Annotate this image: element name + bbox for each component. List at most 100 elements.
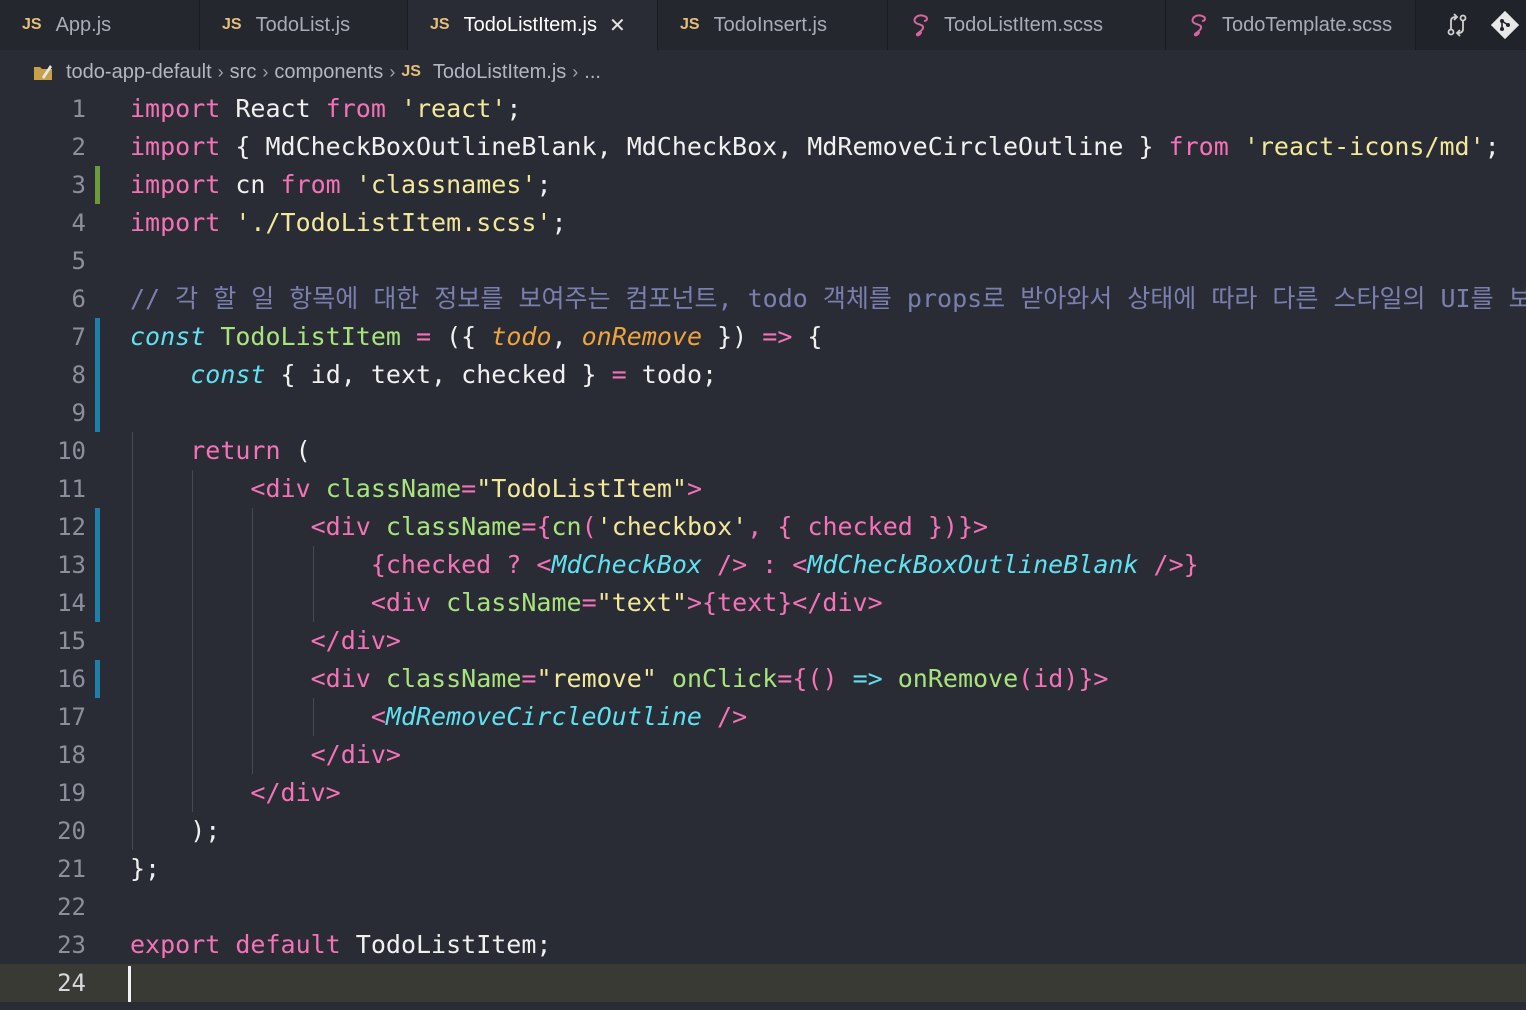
code-line[interactable]: 14 <div className="text">{text}</div> <box>0 584 1526 622</box>
code-line[interactable]: 6 // 각 할 일 항목에 대한 정보를 보여주는 컴포넌트, todo 객체를… <box>0 280 1526 318</box>
indent-guide <box>192 736 194 774</box>
sass-icon <box>913 14 928 37</box>
line-number: 4 <box>71 209 86 237</box>
code-line[interactable]: 24 <box>0 964 1526 1002</box>
code-line[interactable]: 3 import cn from 'classnames'; <box>0 166 1526 204</box>
code-line[interactable]: 17 <MdRemoveCircleOutline /> <box>0 698 1526 736</box>
code-token: > <box>973 512 989 541</box>
code-token: , <box>551 322 582 351</box>
line-number: 15 <box>57 627 86 655</box>
breadcrumb-item-project[interactable]: todo-app-default <box>66 61 212 84</box>
breadcrumb-item-more[interactable]: ... <box>584 61 601 84</box>
git-icon[interactable] <box>1490 10 1520 40</box>
code-content: </div> <box>100 774 341 812</box>
code-token: <div <box>250 474 311 503</box>
code-content: <div className="remove" onClick={() => o… <box>100 660 1108 698</box>
code-token: default <box>235 930 341 959</box>
line-number: 1 <box>71 95 86 123</box>
code-token: from <box>280 170 341 199</box>
line-number: 13 <box>0 546 100 584</box>
indent-guide <box>252 622 254 660</box>
breadcrumb-item-file[interactable]: TodoListItem.js <box>433 61 566 84</box>
code-line[interactable]: 5 <box>0 242 1526 280</box>
code-line[interactable]: 20 ); <box>0 812 1526 850</box>
tab-app-js[interactable]: JS App.js <box>0 0 200 50</box>
code-content: import { MdCheckBoxOutlineBlank, MdCheck… <box>100 128 1500 166</box>
indent-guide <box>252 584 254 622</box>
code-token: />} <box>1153 550 1199 579</box>
indent-guide <box>132 698 133 736</box>
code-token: from <box>325 94 386 123</box>
tab-todolistitem-scss[interactable]: TodoListItem.scss <box>888 0 1166 50</box>
tab-todolist-js[interactable]: JS TodoList.js <box>200 0 408 50</box>
code-content <box>100 888 130 926</box>
code-token: return <box>190 436 281 465</box>
code-token: "TodoListItem" <box>476 474 687 503</box>
code-line[interactable]: 8 const { id, text, checked } = todo; <box>0 356 1526 394</box>
code-token: }) <box>702 322 763 351</box>
compare-changes-icon[interactable] <box>1442 10 1472 40</box>
indent-guide <box>192 698 194 736</box>
indent-guide <box>192 660 194 698</box>
indent-guide <box>132 470 133 508</box>
code-line[interactable]: 19 </div> <box>0 774 1526 812</box>
code-line[interactable]: 12 <div className={cn('checkbox', { chec… <box>0 508 1526 546</box>
code-token: import <box>130 132 221 161</box>
code-line[interactable]: 23 export default TodoListItem; <box>0 926 1526 964</box>
code-token: MdRemoveCircleOutline <box>385 702 702 731</box>
code-token: './TodoListItem.scss' <box>235 208 552 237</box>
code-token: , <box>747 512 763 541</box>
code-token: export <box>130 930 221 959</box>
code-line[interactable]: 2 import { MdCheckBoxOutlineBlank, MdChec… <box>0 128 1526 166</box>
code-token: /> <box>717 702 748 731</box>
indent-guide <box>132 660 133 698</box>
code-token: /> : < <box>717 550 808 579</box>
code-token: MdCheckBox <box>551 550 702 579</box>
code-token: todo; <box>626 360 718 389</box>
code-token: ( <box>581 512 597 541</box>
breadcrumb-item-src[interactable]: src <box>230 61 257 84</box>
indent-guide <box>132 774 133 812</box>
line-number: 14 <box>0 584 100 622</box>
breadcrumb-item-components[interactable]: components <box>274 61 383 84</box>
tab-todotemplate-scss[interactable]: TodoTemplate.scss <box>1166 0 1416 50</box>
code-line[interactable]: 10 return ( <box>0 432 1526 470</box>
line-number: 7 <box>0 318 100 356</box>
code-token: // 각 할 일 항목에 대한 정보를 보여주는 컴포넌트, todo 객체를 … <box>130 284 1526 313</box>
code-line[interactable]: 18 </div> <box>0 736 1526 774</box>
code-line[interactable]: 1 import React from 'react'; <box>0 90 1526 128</box>
code-line[interactable]: 16 <div className="remove" onClick={() =… <box>0 660 1526 698</box>
code-token: onRemove <box>897 664 1019 693</box>
editor-actions <box>1416 0 1526 50</box>
sass-icon <box>1191 14 1206 37</box>
code-editor[interactable]: 1 import React from 'react'; 2 import { MdC… <box>0 90 1526 1010</box>
tab-todoinsert-js[interactable]: JS TodoInsert.js <box>658 0 888 50</box>
line-number: 23 <box>57 931 86 959</box>
code-line[interactable]: 22 <box>0 888 1526 926</box>
close-icon[interactable]: ✕ <box>609 13 626 38</box>
code-token: const <box>190 360 266 389</box>
code-content: {checked ? <MdCheckBox /> : <MdCheckBoxO… <box>100 546 1199 584</box>
indent-guide <box>192 546 194 584</box>
code-line[interactable]: 15 </div> <box>0 622 1526 660</box>
code-token: onRemove <box>581 322 703 351</box>
code-content <box>100 242 130 280</box>
tab-todolistitem-js[interactable]: JS TodoListItem.js ✕ <box>408 0 658 50</box>
code-line[interactable]: 9 <box>0 394 1526 432</box>
code-token: { id, text, checked } <box>265 360 612 389</box>
code-line[interactable]: 11 <div className="TodoListItem"> <box>0 470 1526 508</box>
code-content: return ( <box>100 432 311 470</box>
code-line[interactable]: 21}; <box>0 850 1526 888</box>
line-number: 3 <box>0 166 100 204</box>
code-token: ; <box>551 208 567 237</box>
code-line[interactable]: 4 import './TodoListItem.scss'; <box>0 204 1526 242</box>
code-line[interactable]: 13 {checked ? <MdCheckBox /> : <MdCheckB… <box>0 546 1526 584</box>
code-line[interactable]: 7 const TodoListItem = ({ todo, onRemove … <box>0 318 1526 356</box>
